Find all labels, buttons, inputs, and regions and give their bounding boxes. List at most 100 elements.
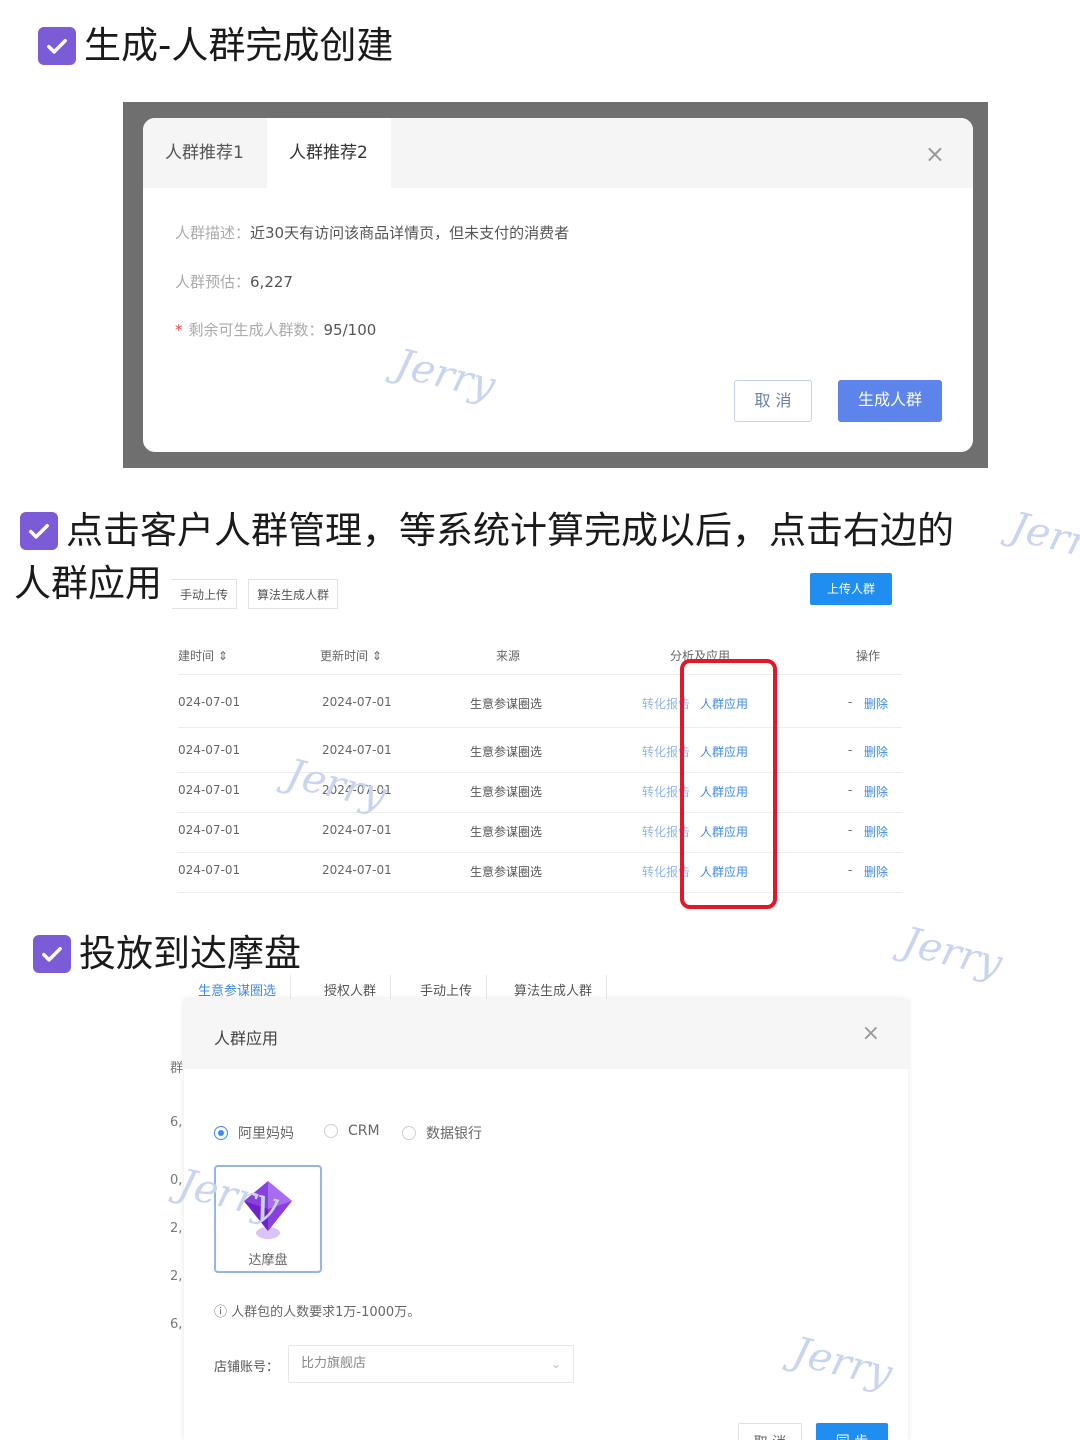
- radio-data-bank[interactable]: 数据银行: [402, 1123, 482, 1143]
- cell-updated-time: 2024-07-01: [322, 783, 392, 797]
- cell-updated-time: 2024-07-01: [322, 863, 392, 877]
- row-divider: [178, 892, 902, 893]
- cell-created-time: 024-07-01: [178, 863, 241, 877]
- info-icon: ⓘ: [214, 1305, 228, 1320]
- bg-row-fragment: 6,: [170, 1317, 183, 1332]
- crowd-size-note: ⓘ 人群包的人数要求1万-1000万。: [214, 1301, 420, 1320]
- required-mark: *: [175, 321, 183, 339]
- generate-crowd-button[interactable]: 生成人群: [838, 380, 942, 422]
- damopan-logo-icon: [244, 1181, 292, 1239]
- desc-label: 人群描述：: [175, 224, 251, 242]
- cell-dash: -: [848, 823, 853, 837]
- cell-created-time: 024-07-01: [178, 783, 241, 797]
- estimate-value: 6,227: [250, 273, 293, 291]
- radio-crm[interactable]: CRM: [324, 1123, 380, 1139]
- checkbox-icon: [33, 935, 71, 973]
- delete-link[interactable]: 删除: [864, 695, 888, 712]
- modal-tab-bar: 人群推荐1 人群推荐2 ×: [143, 118, 973, 188]
- dialog-header: 人群应用 ×: [184, 999, 908, 1069]
- col-updated-time[interactable]: 更新时间 ⇕: [320, 647, 382, 664]
- sort-icon[interactable]: ⇕: [218, 649, 228, 663]
- crowd-estimate: 人群预估：6,227: [175, 271, 293, 292]
- crowd-description: 人群描述：近30天有访问该商品详情页，但未支付的消费者: [175, 222, 569, 243]
- cell-dash: -: [848, 863, 853, 877]
- crowd-recommend-screenshot: 人群推荐1 人群推荐2 × 人群描述：近30天有访问该商品详情页，但未支付的消费…: [123, 102, 988, 468]
- cell-updated-time: 2024-07-01: [322, 743, 392, 757]
- checkbox-icon: [20, 512, 58, 550]
- cell-dash: -: [848, 695, 853, 709]
- crowd-recommend-modal: 人群推荐1 人群推荐2 × 人群描述：近30天有访问该商品详情页，但未支付的消费…: [143, 118, 973, 452]
- cell-source: 生意参谋圈选: [470, 745, 543, 759]
- bg-row-fragment: 群: [170, 1061, 184, 1076]
- bg-row-fragment: 2,: [170, 1221, 183, 1236]
- store-account-select[interactable]: 比力旗舰店 ⌄: [288, 1345, 574, 1383]
- cancel-button[interactable]: 取 消: [734, 380, 812, 422]
- radio-unchecked-icon[interactable]: [402, 1126, 416, 1140]
- delete-link[interactable]: 删除: [864, 743, 888, 760]
- cell-source: 生意参谋圈选: [470, 865, 543, 879]
- delete-link[interactable]: 删除: [864, 823, 888, 840]
- cell-created-time: 024-07-01: [178, 695, 241, 709]
- radio-unchecked-icon[interactable]: [324, 1124, 338, 1138]
- step1-heading: 生成-人群完成创建: [38, 20, 393, 72]
- store-account-label: 店铺账号：: [214, 1360, 280, 1375]
- bg-row-fragment: 6,: [170, 1115, 183, 1130]
- radio-checked-icon[interactable]: [214, 1126, 228, 1140]
- row-divider: [178, 852, 902, 853]
- delete-link[interactable]: 删除: [864, 783, 888, 800]
- cell-source: 生意参谋圈选: [470, 785, 543, 799]
- chevron-down-icon[interactable]: ⌄: [551, 1346, 561, 1382]
- crowd-apply-dialog: 人群应用 × 阿里妈妈 CRM 数据银行 达摩盘 ⓘ 人群包的人数要求1万-10…: [184, 999, 908, 1440]
- watermark: Jerry: [1005, 503, 1080, 573]
- checkbox-icon: [38, 27, 76, 65]
- step2-heading-line2: 人群应用: [14, 558, 162, 610]
- step2-title-line2: 人群应用: [14, 562, 162, 605]
- sort-icon[interactable]: ⇕: [372, 649, 382, 663]
- cell-updated-time: 2024-07-01: [322, 695, 392, 709]
- tab-crowd-recommend-1[interactable]: 人群推荐1: [143, 118, 266, 188]
- sync-button[interactable]: 同 步: [816, 1423, 888, 1440]
- row-divider: [178, 727, 902, 728]
- remaining-count: * 剩余可生成人群数：95/100: [175, 319, 376, 340]
- cell-updated-time: 2024-07-01: [322, 823, 392, 837]
- upload-crowd-button[interactable]: 上传人群: [810, 573, 892, 605]
- step3-title: 投放到达摩盘: [79, 932, 301, 975]
- note-text: 人群包的人数要求1万-1000万。: [231, 1305, 421, 1320]
- close-icon[interactable]: ×: [862, 1021, 880, 1046]
- close-icon[interactable]: ×: [925, 140, 945, 168]
- step2-heading: 点击客户人群管理，等系统计算完成以后，点击右边的: [20, 505, 954, 557]
- row-divider: [178, 812, 902, 813]
- delete-link[interactable]: 删除: [864, 863, 888, 880]
- step2-title-line1: 点击客户人群管理，等系统计算完成以后，点击右边的: [66, 509, 954, 552]
- radio-alimama[interactable]: 阿里妈妈: [214, 1123, 294, 1143]
- desc-value: 近30天有访问该商品详情页，但未支付的消费者: [250, 224, 570, 242]
- col-source: 来源: [496, 649, 521, 663]
- tab-algorithm-crowd[interactable]: 算法生成人群: [248, 579, 339, 609]
- cell-source: 生意参谋圈选: [470, 825, 543, 839]
- cell-dash: -: [848, 783, 853, 797]
- damopan-card[interactable]: 达摩盘: [214, 1165, 322, 1273]
- dialog-title: 人群应用: [214, 1029, 279, 1048]
- crowd-apply-highlight: [680, 659, 777, 909]
- crowd-apply-screenshot: 生意参谋圈选 授权人群 手动上传 算法生成人群 群 6, 0, 2, 2, 6,…: [170, 975, 930, 1440]
- cell-created-time: 024-07-01: [178, 823, 241, 837]
- cell-dash: -: [848, 743, 853, 757]
- remaining-value: 95/100: [323, 321, 377, 339]
- col-actions: 操作: [856, 649, 881, 663]
- estimate-label: 人群预估：: [175, 273, 251, 291]
- store-account-value: 比力旗舰店: [301, 1356, 367, 1371]
- tab-crowd-recommend-2[interactable]: 人群推荐2: [267, 118, 391, 188]
- bg-row-fragment: 2,: [170, 1269, 183, 1284]
- cell-created-time: 024-07-01: [178, 743, 241, 757]
- damopan-label: 达摩盘: [248, 1253, 288, 1268]
- row-divider: [178, 772, 902, 773]
- step3-heading: 投放到达摩盘: [33, 928, 301, 980]
- step1-title: 生成-人群完成创建: [84, 24, 394, 67]
- header-divider: [178, 674, 902, 675]
- cancel-button[interactable]: 取 消: [738, 1423, 802, 1440]
- tab-manual-upload[interactable]: 手动上传: [172, 579, 238, 609]
- col-created-time[interactable]: 建时间 ⇕: [178, 647, 228, 664]
- crowd-management-screenshot: 手动上传 算法生成人群 上传人群 建时间 ⇕ 更新时间 ⇕ 来源 分析及应用 操…: [172, 567, 902, 917]
- cell-source: 生意参谋圈选: [470, 697, 543, 711]
- bg-row-fragment: 0,: [170, 1173, 183, 1188]
